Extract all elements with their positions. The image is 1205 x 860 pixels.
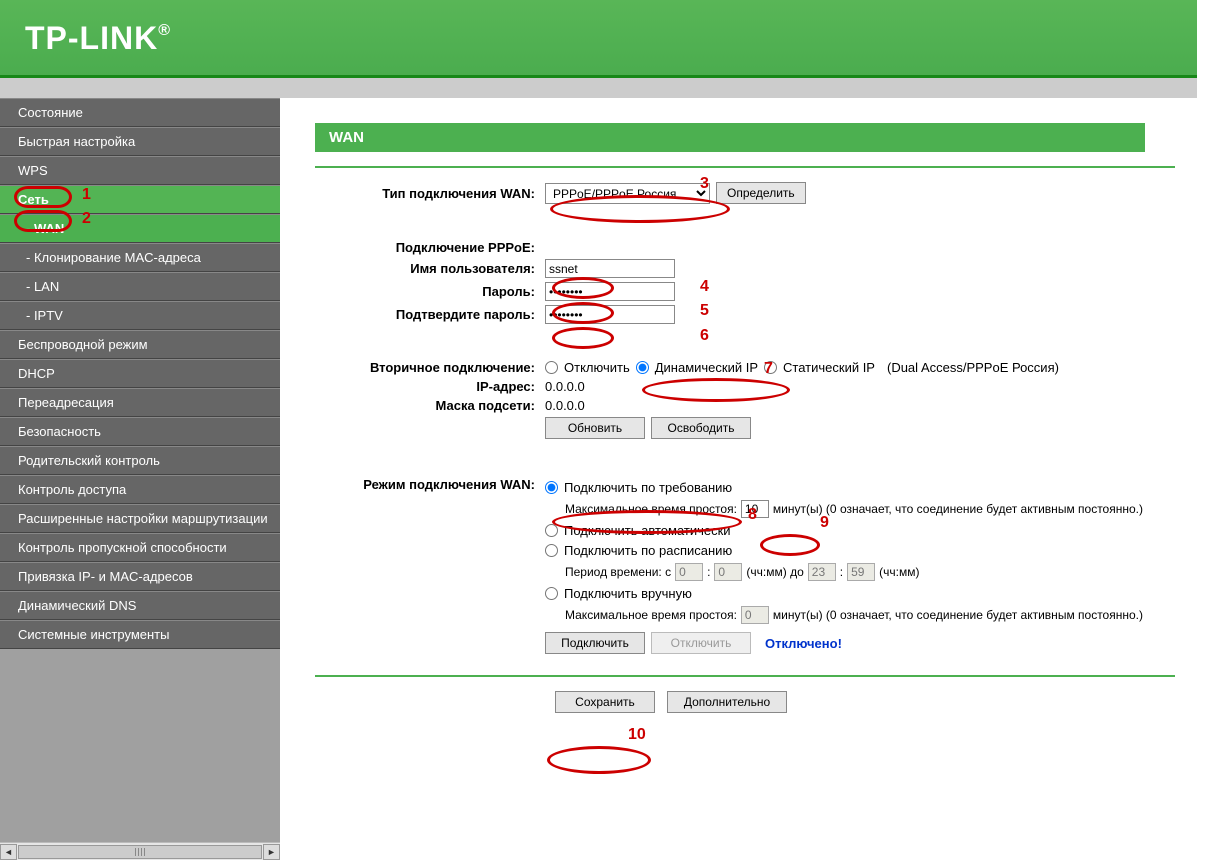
input-idle2: [741, 606, 769, 624]
gray-strip: [0, 78, 1197, 98]
radio-label-mode-sched: Подключить по расписанию: [564, 543, 732, 558]
sidebar-item-wan[interactable]: - WAN: [0, 214, 280, 243]
sidebar-item-wireless[interactable]: Беспроводной режим: [0, 330, 280, 359]
radio-sec-dynip[interactable]: [636, 361, 649, 374]
sidebar-item-bandwidth[interactable]: Контроль пропускной способности: [0, 533, 280, 562]
radio-mode-demand[interactable]: [545, 481, 558, 494]
radio-mode-auto[interactable]: [545, 524, 558, 537]
radio-label-sec-dynip: Динамический IP: [655, 360, 758, 375]
hhmm-to: (чч:мм) до: [746, 565, 803, 579]
divider-bottom: [315, 675, 1175, 677]
value-mask: 0.0.0.0: [545, 398, 585, 413]
detect-button[interactable]: Определить: [716, 182, 806, 204]
label-confirm-password: Подтвердите пароль:: [315, 307, 545, 322]
idle1-label: Максимальное время простоя:: [565, 502, 737, 516]
idle2-unit: минут(ы) (0 означает, что соединение буд…: [773, 608, 1143, 622]
sidebar-item-systools[interactable]: Системные инструменты: [0, 620, 280, 649]
scroll-right-arrow[interactable]: ►: [263, 844, 280, 860]
brand-reg: ®: [158, 22, 171, 39]
scroll-left-arrow[interactable]: ◄: [0, 844, 17, 860]
brand-text: TP-LINK: [25, 20, 158, 56]
h-scrollbar[interactable]: ◄ ►: [0, 842, 280, 860]
value-ip: 0.0.0.0: [545, 379, 585, 394]
idle1-unit: минут(ы) (0 означает, что соединение буд…: [773, 502, 1143, 516]
sidebar-item-wps[interactable]: WPS: [0, 156, 280, 185]
label-wan-mode: Режим подключения WAN:: [315, 475, 545, 492]
sidebar-item-routing[interactable]: Расширенные настройки маршрутизации: [0, 504, 280, 533]
colon1: :: [707, 565, 710, 579]
sidebar-item-status[interactable]: Состояние: [0, 98, 280, 127]
header: TP-LINK®: [0, 0, 1197, 78]
select-wan-type[interactable]: PPPoE/PPPoE Россия: [545, 183, 710, 204]
radio-label-mode-auto: Подключить автоматически: [564, 523, 731, 538]
label-mask: Маска подсети:: [315, 398, 545, 413]
sidebar-item-quicksetup[interactable]: Быстрая настройка: [0, 127, 280, 156]
radio-label-mode-demand: Подключить по требованию: [564, 480, 732, 495]
hhmm-end: (чч:мм): [879, 565, 919, 579]
idle2-label: Максимальное время простоя:: [565, 608, 737, 622]
sidebar-item-lan[interactable]: - LAN: [0, 272, 280, 301]
label-password: Пароль:: [315, 284, 545, 299]
sidebar-item-ipmac[interactable]: Привязка IP- и MAC-адресов: [0, 562, 280, 591]
divider: [315, 166, 1175, 168]
label-username: Имя пользователя:: [315, 261, 545, 276]
renew-button[interactable]: Обновить: [545, 417, 645, 439]
page-title: WAN: [315, 123, 1145, 152]
period-label: Период времени: с: [565, 565, 671, 579]
release-button[interactable]: Освободить: [651, 417, 751, 439]
sidebar-item-network[interactable]: Сеть: [0, 185, 280, 214]
input-sched-from-h: [675, 563, 703, 581]
status-text: Отключено!: [765, 636, 842, 651]
label-secondary: Вторичное подключение:: [315, 360, 545, 375]
input-idle1[interactable]: [741, 500, 769, 518]
sidebar: Состояние Быстрая настройка WPS Сеть - W…: [0, 98, 280, 860]
input-sched-to-m: [847, 563, 875, 581]
sidebar-item-forwarding[interactable]: Переадресация: [0, 388, 280, 417]
sidebar-item-security[interactable]: Безопасность: [0, 417, 280, 446]
input-confirm-password[interactable]: [545, 305, 675, 324]
sidebar-item-parental[interactable]: Родительский контроль: [0, 446, 280, 475]
sidebar-item-dhcp[interactable]: DHCP: [0, 359, 280, 388]
label-wan-type: Тип подключения WAN:: [315, 186, 545, 201]
connect-button[interactable]: Подключить: [545, 632, 645, 654]
radio-sec-disable[interactable]: [545, 361, 558, 374]
advanced-button[interactable]: Дополнительно: [667, 691, 787, 713]
disconnect-button: Отключить: [651, 632, 751, 654]
colon2: :: [840, 565, 843, 579]
sidebar-item-iptv[interactable]: - IPTV: [0, 301, 280, 330]
input-password[interactable]: [545, 282, 675, 301]
label-pppoe-conn: Подключение PPPoE:: [315, 240, 545, 255]
save-button[interactable]: Сохранить: [555, 691, 655, 713]
scroll-thumb[interactable]: [18, 845, 262, 859]
sidebar-item-macclone[interactable]: - Клонирование MAC-адреса: [0, 243, 280, 272]
input-username[interactable]: [545, 259, 675, 278]
label-ip: IP-адрес:: [315, 379, 545, 394]
input-sched-to-h: [808, 563, 836, 581]
radio-label-sec-disable: Отключить: [564, 360, 630, 375]
brand-logo: TP-LINK®: [0, 0, 171, 57]
radio-sec-static[interactable]: [764, 361, 777, 374]
sidebar-item-ddns[interactable]: Динамический DNS: [0, 591, 280, 620]
radio-mode-sched[interactable]: [545, 544, 558, 557]
radio-label-mode-manual: Подключить вручную: [564, 586, 692, 601]
radio-mode-manual[interactable]: [545, 587, 558, 600]
input-sched-from-m: [714, 563, 742, 581]
radio-label-sec-static: Статический IP: [783, 360, 875, 375]
sec-note: (Dual Access/PPPoE Россия): [887, 360, 1059, 375]
content: WAN Тип подключения WAN: PPPoE/PPPoE Рос…: [280, 98, 1197, 860]
sidebar-item-access[interactable]: Контроль доступа: [0, 475, 280, 504]
